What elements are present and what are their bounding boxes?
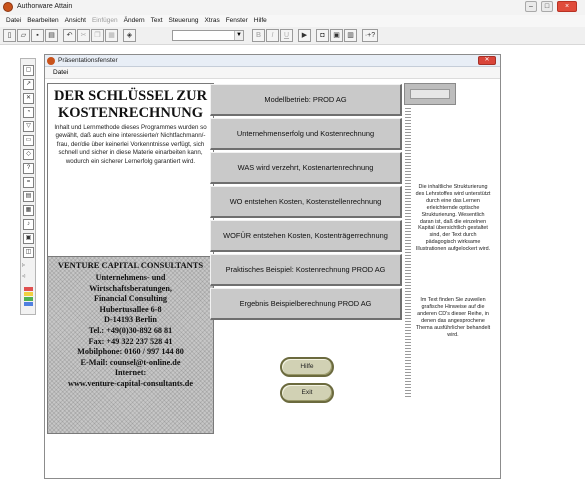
- animation-icon[interactable]: ↗: [23, 79, 34, 90]
- hint-description: Im Text finden Sie zuweilen grafische Hi…: [415, 297, 491, 338]
- menu-steuerung[interactable]: Steuerung: [166, 15, 202, 27]
- contact-line: Internet:: [114, 368, 147, 378]
- color-swatch-red[interactable]: [24, 287, 33, 291]
- copy-icon[interactable]: ❐: [91, 29, 104, 42]
- run-icon[interactable]: ▶: [298, 29, 311, 42]
- save-icon[interactable]: ▪: [31, 29, 44, 42]
- underline-button[interactable]: U: [280, 29, 293, 42]
- sound-icon[interactable]: ♪: [23, 219, 34, 230]
- color-swatch-blue[interactable]: [24, 302, 33, 306]
- minimize-icon[interactable]: –: [525, 1, 537, 12]
- company-box: VENTURE CAPITAL CONSULTANTS Unternehmens…: [48, 256, 213, 433]
- contact-fax: Fax: +49 322 237 528 41: [88, 336, 173, 346]
- presentation-menu-bar: Datei: [45, 67, 500, 79]
- ruler-strip: [405, 107, 411, 397]
- structure-description: Die inhaltliche Strukturierung des Lehrs…: [415, 184, 491, 253]
- menu-bearbeiten[interactable]: Bearbeiten: [24, 15, 61, 27]
- contact-line: Unternehmens- und: [95, 273, 166, 282]
- navigate-icon[interactable]: ▽: [23, 121, 34, 132]
- video-icon[interactable]: ▣: [23, 233, 34, 244]
- contact-line: Wirtschaftsberatungen,: [89, 283, 172, 293]
- open-file-icon[interactable]: ▱: [17, 29, 30, 42]
- chapter-button-kostenartenrechnung[interactable]: WAS wird verzehrt, Kostenartenrechnung: [210, 152, 402, 184]
- menu-datei[interactable]: Datei: [3, 15, 24, 27]
- import-icon[interactable]: ▤: [45, 29, 58, 42]
- exit-button[interactable]: Exit: [280, 383, 334, 403]
- toolbar: ▯ ▱ ▪ ▤ ↶ ✂ ❐ ▦ ◈ ▼ B I U ▶ ◘ ▣ ▥ ·+?: [0, 27, 585, 45]
- chapter-button-kostentraegerrechnung[interactable]: WOFÜR entstehen Kosten, Kostenträgerrech…: [210, 220, 402, 252]
- presentation-window-title: Präsentationsfenster: [58, 57, 118, 64]
- app-title: Authorware Attain: [17, 3, 73, 10]
- page-graphic-inner: [410, 89, 450, 99]
- program-intro-text: Inhalt und Lernmethode dieses Programmes…: [54, 124, 207, 165]
- contact-phone: Tel.: +49(0)30-892 68 81: [88, 325, 173, 335]
- chapter-button-kostenstellenrechnung[interactable]: WO entstehen Kosten, Kostenstellenrechnu…: [210, 186, 402, 218]
- page-graphic: [404, 83, 456, 105]
- chapter-button-modellbetrieb[interactable]: Modellbetrieb: PROD AG: [210, 84, 402, 116]
- undo-icon[interactable]: ↶: [63, 29, 76, 42]
- functions-icon[interactable]: ▣: [330, 29, 343, 42]
- presentation-window-icon: [47, 57, 55, 65]
- italic-button[interactable]: I: [266, 29, 279, 42]
- intro-box: DER SCHLÜSSEL ZUR KOSTENRECHNUNG Inhalt …: [48, 84, 213, 256]
- program-heading: DER SCHLÜSSEL ZUR KOSTENRECHNUNG: [53, 88, 208, 121]
- text-style-select[interactable]: ▼: [172, 30, 244, 41]
- color-swatch-green[interactable]: [24, 297, 33, 301]
- contact-website: www.venture-capital-consultants.de: [68, 378, 193, 388]
- authorware-app-icon: [3, 2, 13, 12]
- info-panel: DER SCHLÜSSEL ZUR KOSTENRECHNUNG Inhalt …: [47, 83, 214, 434]
- presentation-title-bar: Präsentationsfenster ✕: [45, 55, 500, 67]
- help-button[interactable]: Hilfe: [280, 357, 334, 377]
- icon-palette: ▢ ↗ ✕ ◔ ▽ ▭ ◇ ? = ▤ ▦ ♪ ▣ ◫ ▷ ◁: [20, 58, 36, 315]
- menu-xtras[interactable]: Xtras: [202, 15, 223, 27]
- close-icon[interactable]: ×: [557, 1, 577, 12]
- contact-line: Hubertusallee 6-8: [99, 304, 162, 314]
- contact-line: Financial Consulting: [93, 294, 168, 304]
- menu-aendern[interactable]: Ändern: [121, 15, 148, 27]
- interaction-icon[interactable]: ?: [23, 163, 34, 174]
- company-name: VENTURE CAPITAL CONSULTANTS: [57, 260, 204, 270]
- chapter-button-unternehmenserfolg[interactable]: Unternehmenserfolg und Kostenrechnung: [210, 118, 402, 150]
- map-icon[interactable]: ▤: [23, 191, 34, 202]
- company-contact: Unternehmens- und Wirtschaftsberatungen,…: [48, 273, 213, 390]
- menu-text[interactable]: Text: [148, 15, 166, 27]
- presentation-menu-datei[interactable]: Datei: [53, 69, 68, 76]
- menu-ansicht[interactable]: Ansicht: [62, 15, 89, 27]
- help-pointer-button[interactable]: ·+?: [362, 29, 378, 42]
- start-flag-icon[interactable]: ▷: [22, 262, 25, 267]
- chapter-button-praktisches-beispiel[interactable]: Praktisches Beispiel: Kostenrechnung PRO…: [210, 254, 402, 286]
- knowledge-object-icon[interactable]: ◫: [23, 247, 34, 258]
- variables-icon[interactable]: ▥: [344, 29, 357, 42]
- decision-icon[interactable]: ◇: [23, 149, 34, 160]
- menu-einfuegen[interactable]: Einfügen: [89, 15, 121, 27]
- contact-line: D-14193 Berlin: [104, 315, 157, 325]
- new-file-icon[interactable]: ▯: [3, 29, 16, 42]
- display-icon[interactable]: ▢: [23, 65, 34, 76]
- contact-email: E-Mail: counsel@t-online.de: [80, 357, 181, 367]
- bold-button[interactable]: B: [252, 29, 265, 42]
- menu-fenster[interactable]: Fenster: [223, 15, 251, 27]
- chevron-down-icon[interactable]: ▼: [234, 31, 243, 40]
- movie-icon[interactable]: ▦: [23, 205, 34, 216]
- find-icon[interactable]: ◈: [123, 29, 136, 42]
- stop-flag-icon[interactable]: ◁: [22, 273, 25, 278]
- paste-icon[interactable]: ▦: [105, 29, 118, 42]
- framework-icon[interactable]: ▭: [23, 135, 34, 146]
- calculation-icon[interactable]: =: [23, 177, 34, 188]
- maximize-icon[interactable]: □: [541, 1, 553, 12]
- close-icon[interactable]: ✕: [478, 56, 496, 65]
- cut-icon[interactable]: ✂: [77, 29, 90, 42]
- app-menu-bar: Datei Bearbeiten Ansicht Einfügen Ändern…: [0, 15, 585, 27]
- app-title-bar: Authorware Attain – □ ×: [0, 0, 585, 15]
- contact-mobile: Mobilphone: 0160 / 997 144 80: [77, 347, 184, 357]
- erase-icon[interactable]: ✕: [23, 93, 34, 104]
- control-panel-icon[interactable]: ◘: [316, 29, 329, 42]
- wait-icon[interactable]: ◔: [23, 107, 34, 118]
- color-swatch-yellow[interactable]: [24, 292, 33, 296]
- menu-hilfe[interactable]: Hilfe: [251, 15, 270, 27]
- chapter-button-ergebnis[interactable]: Ergebnis Beispielberechnung PROD AG: [210, 288, 402, 320]
